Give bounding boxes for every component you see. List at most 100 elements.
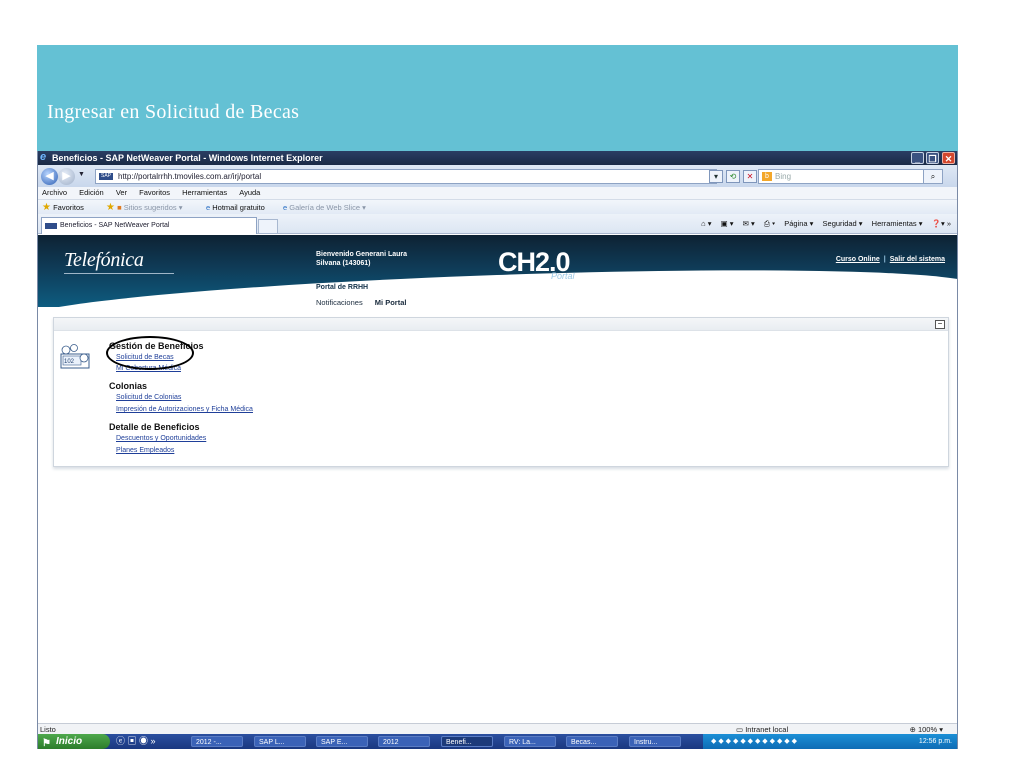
hotmail-link[interactable]: e Hotmail gratuito (206, 200, 265, 215)
help-icon[interactable]: ❓▾ » (932, 219, 951, 228)
minimize-window-button[interactable]: _ (911, 152, 924, 164)
suggested-sites-icon: ★ (106, 202, 115, 213)
menu-favoritos[interactable]: Favoritos (139, 188, 170, 197)
forward-button[interactable]: ▶ (58, 168, 75, 185)
refresh-icon[interactable]: ⟲ (726, 170, 740, 183)
taskbar-item[interactable]: 2012 -... (191, 736, 243, 747)
new-tab-button[interactable] (258, 219, 278, 234)
menu-ver[interactable]: Ver (116, 188, 127, 197)
home-icon[interactable]: ⌂ ▾ (701, 219, 711, 228)
print-icon[interactable]: ⎙ ▾ (764, 219, 775, 228)
slide-title: Ingresar en Solicitud de Becas (47, 101, 300, 123)
menu-bar: Archivo Edición Ver Favoritos Herramient… (38, 187, 957, 199)
close-window-button[interactable]: ✕ (942, 152, 955, 164)
back-button[interactable]: ◀ (41, 168, 58, 185)
portal-header: Telefónica Bienvenido Generani Laura Sil… (38, 235, 957, 307)
svg-text:102: 102 (64, 359, 75, 365)
taskbar-item[interactable]: Benefi... (441, 736, 493, 747)
highlight-circle (106, 336, 194, 370)
tab-favicon-icon (45, 223, 57, 229)
bing-icon: b (762, 172, 772, 181)
browser-window: e Beneficios - SAP NetWeaver Portal - Wi… (37, 151, 958, 749)
star-icon: ★ (42, 202, 51, 213)
section-heading-detalle: Detalle de Beneficios (109, 422, 200, 432)
menu-ayuda[interactable]: Ayuda (239, 188, 260, 197)
ie-logo-icon: e (40, 151, 47, 163)
menu-archivo[interactable]: Archivo (42, 188, 67, 197)
taskbar-item[interactable]: Becas... (566, 736, 618, 747)
section-heading-colonias: Colonias (109, 381, 148, 391)
command-bar: ⌂ ▾ ▣ ▾ ✉ ▾ ⎙ ▾ Página ▾ Seguridad ▾ Her… (694, 217, 951, 231)
nav-mi-portal[interactable]: Mi Portal (375, 298, 407, 307)
link-solicitud-de-colonias[interactable]: Solicitud de Colonias (116, 394, 181, 401)
panel-toolbar: − (54, 318, 948, 331)
panel-minimize-button[interactable]: − (935, 320, 945, 329)
menu-herramientas[interactable]: Herramientas (182, 188, 227, 197)
tools-menu[interactable]: Herramientas ▾ (872, 219, 923, 228)
search-go-icon[interactable]: ⌕ (923, 169, 943, 184)
zoom-label: 100% ▾ (917, 725, 943, 734)
favorites-button[interactable]: ★ Favoritos (42, 200, 84, 215)
taskbar-item[interactable]: SAP E... (316, 736, 368, 747)
feeds-icon[interactable]: ▣ ▾ (721, 219, 734, 228)
page-menu[interactable]: Página ▾ (784, 219, 813, 228)
link-descuentos-y-oportunidades[interactable]: Descuentos y Oportunidades (116, 435, 206, 442)
site-favicon-icon: SAP (99, 173, 113, 180)
top-links: Curso Online | Salir del sistema (835, 256, 945, 263)
favorites-label: Favoritos (53, 203, 84, 212)
portal-nav: Notificaciones Mi Portal (316, 298, 416, 307)
window-titlebar: e Beneficios - SAP NetWeaver Portal - Wi… (38, 151, 957, 165)
url-dropdown-icon[interactable]: ▾ (709, 170, 723, 183)
clock[interactable]: 12:56 p.m. (919, 734, 952, 749)
rss-icon: ■ (117, 203, 122, 212)
salir-del-sistema-link[interactable]: Salir del sistema (890, 256, 945, 263)
intranet-icon: ▭ (736, 725, 744, 734)
content-panel: − 102 Gestión de Beneficios Solicitud de… (53, 317, 949, 467)
tab-row: Beneficios - SAP NetWeaver Portal ⌂ ▾ ▣ … (38, 214, 957, 234)
status-text: Listo (40, 725, 56, 734)
tab-beneficios[interactable]: Beneficios - SAP NetWeaver Portal (41, 217, 257, 234)
history-dropdown-icon[interactable]: ▼ (78, 171, 85, 178)
suggested-sites-label: Sitios sugeridos ▾ (123, 203, 183, 212)
search-placeholder: Bing (775, 172, 792, 181)
taskbar-item[interactable]: 2012 (378, 736, 430, 747)
welcome-line-2: Silvana (143061) (316, 260, 371, 267)
start-button[interactable]: ⚑ Inicio (38, 734, 110, 749)
system-tray: ◆ ◆ ◆ ◆ ◆ ◆ ◆ ◆ ◆ ◆ ◆ ◆ 12:56 p.m. (703, 734, 957, 749)
welcome-line-1: Bienvenido Generani Laura (316, 251, 408, 258)
menu-edicion[interactable]: Edición (79, 188, 104, 197)
ie-page-icon: e (283, 203, 288, 212)
taskbar-item[interactable]: RV: La... (504, 736, 556, 747)
status-bar: Listo ▭ Intranet local ⊕ 100% ▾ (38, 723, 957, 734)
web-slice-gallery-link[interactable]: e Galería de Web Slice ▾ (283, 200, 366, 215)
security-menu[interactable]: Seguridad ▾ (823, 219, 863, 228)
favorites-bar: ★ Favoritos ★ ■ Sitios sugeridos ▾ e Hot… (38, 199, 957, 214)
tray-icons[interactable]: ◆ ◆ ◆ ◆ ◆ ◆ ◆ ◆ ◆ ◆ ◆ ◆ (711, 738, 797, 745)
stop-icon[interactable]: ✕ (743, 170, 757, 183)
portal-rrhh-label: Portal de RRHH (316, 284, 369, 291)
window-title: Beneficios - SAP NetWeaver Portal - Wind… (52, 153, 323, 163)
taskbar-item[interactable]: SAP L... (254, 736, 306, 747)
link-planes-empleados[interactable]: Planes Empleados (116, 447, 174, 454)
maximize-window-button[interactable]: ❐ (926, 152, 939, 164)
windows-taskbar: ⚑ Inicio ⓔ ▣ ◉ » 2012 -... SAP L... SAP … (38, 734, 957, 749)
hotmail-label: Hotmail gratuito (212, 203, 265, 212)
windows-flag-icon: ⚑ (42, 738, 51, 749)
logo-underline (64, 273, 174, 274)
tab-label: Beneficios - SAP NetWeaver Portal (60, 222, 170, 229)
ch20-portal-label: Portal (551, 271, 575, 281)
slide-header: Ingresar en Solicitud de Becas (37, 45, 958, 151)
nav-notificaciones[interactable]: Notificaciones (316, 298, 363, 307)
address-input[interactable]: SAP http://portalrrhh.tmoviles.com.ar/ir… (95, 169, 717, 184)
search-input[interactable]: b Bing (758, 169, 943, 184)
web-slice-label: Galería de Web Slice ▾ (289, 203, 366, 212)
curso-online-link[interactable]: Curso Online (836, 256, 880, 263)
suggested-sites-link[interactable]: ★ ■ Sitios sugeridos ▾ (106, 200, 182, 215)
ie-page-icon: e (206, 203, 211, 212)
mail-icon[interactable]: ✉ ▾ (743, 219, 755, 228)
quick-launch-icons[interactable]: ⓔ ▣ ◉ » (116, 734, 156, 749)
taskbar-item[interactable]: Instru... (629, 736, 681, 747)
start-label: Inicio (56, 736, 83, 747)
zoom-icon: ⊕ (909, 725, 916, 734)
link-impresion-autorizaciones[interactable]: Impresión de Autorizaciones y Ficha Médi… (116, 406, 253, 413)
